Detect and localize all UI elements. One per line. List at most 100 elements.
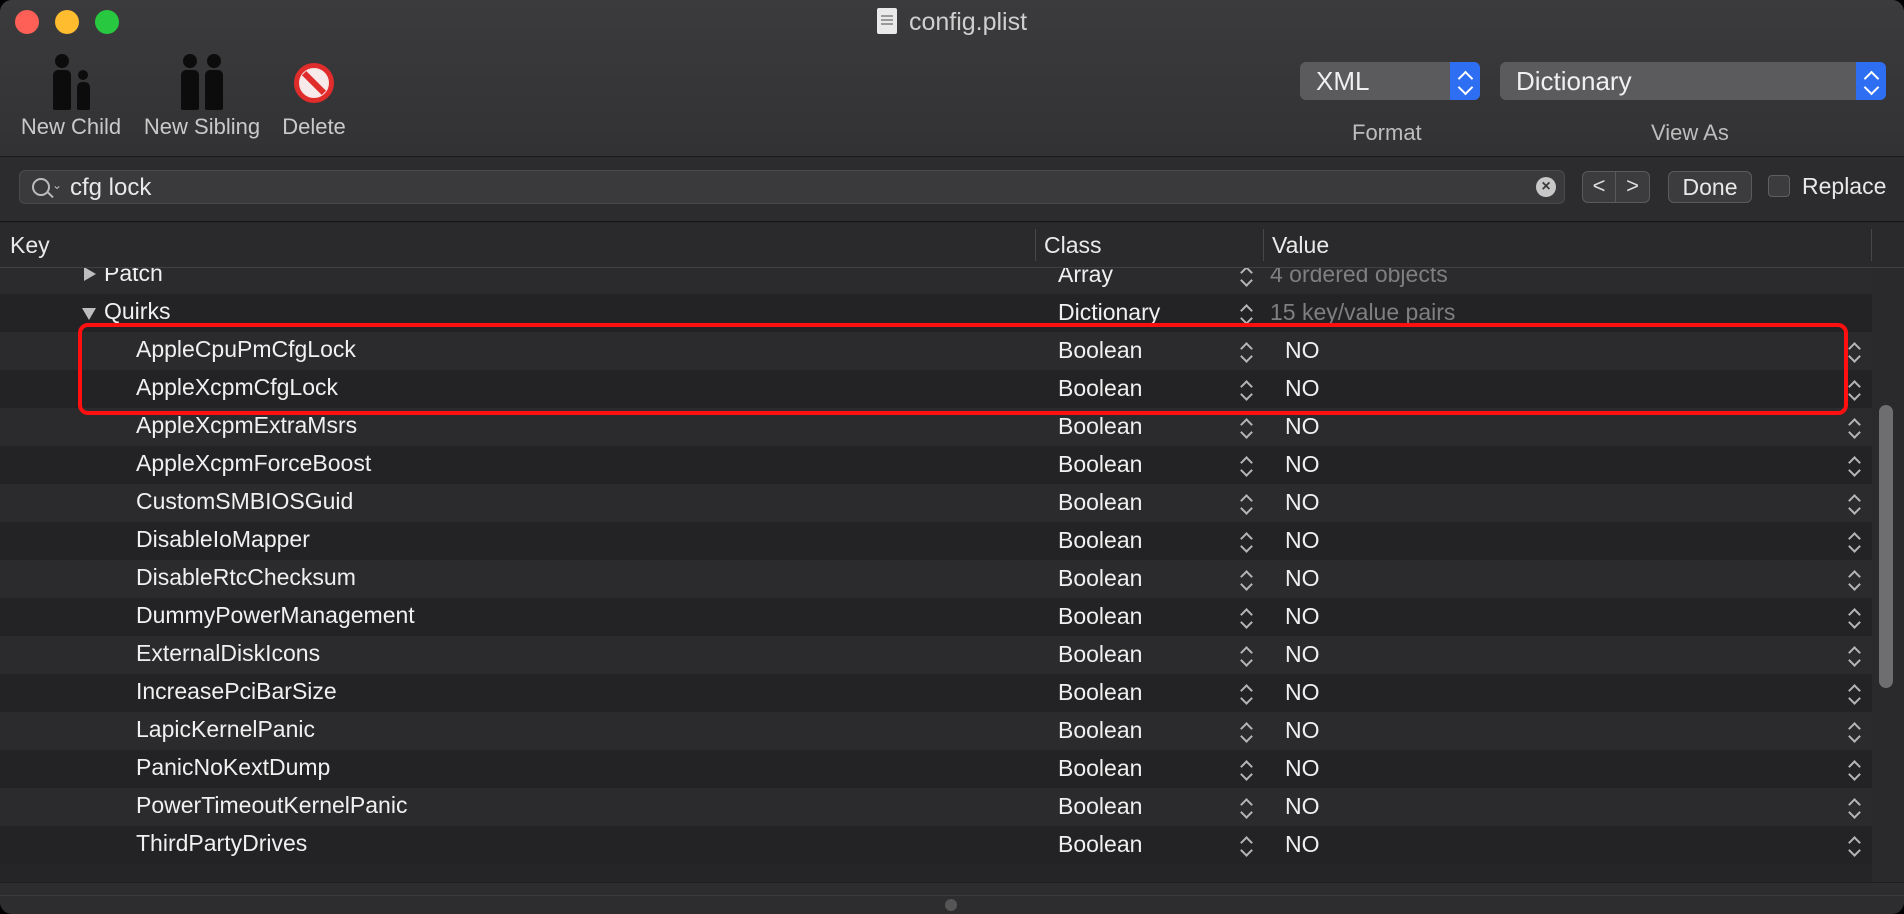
row-key[interactable]: AppleXcpmExtraMsrs [136,412,357,439]
clear-search-icon[interactable]: × [1536,177,1556,197]
table-row[interactable]: AppleCpuPmCfgLock Boolean NO [0,332,1872,370]
row-key[interactable]: DummyPowerManagement [136,602,415,629]
table-row[interactable]: ThirdPartyDrives Boolean NO [0,826,1872,864]
delete-button[interactable]: Delete [276,52,352,140]
table-row[interactable]: ExternalDiskIcons Boolean NO [0,636,1872,674]
row-key[interactable]: ThirdPartyDrives [136,830,307,857]
table-row[interactable]: Patch Array 4 ordered objects [0,268,1872,294]
table-row[interactable]: DisableRtcChecksum Boolean NO [0,560,1872,598]
row-class[interactable]: Boolean [1058,489,1142,516]
row-class[interactable]: Dictionary [1058,299,1160,326]
row-value[interactable]: NO [1285,527,1320,554]
row-key[interactable]: AppleXcpmForceBoost [136,450,371,477]
table-row[interactable]: AppleXcpmForceBoost Boolean NO [0,446,1872,484]
search-input[interactable]: cfg lock [70,174,151,202]
row-class[interactable]: Boolean [1058,375,1142,402]
row-class[interactable]: Boolean [1058,603,1142,630]
split-resize-handle[interactable] [945,899,957,911]
row-value[interactable]: NO [1285,489,1320,516]
row-value[interactable]: NO [1285,831,1320,858]
row-key[interactable]: PanicNoKextDump [136,754,330,781]
search-options-caret-icon[interactable]: ⌄ [52,178,62,192]
disclosure-triangle-collapsed-icon[interactable] [84,268,96,281]
class-stepper-icon[interactable] [1239,417,1253,439]
replace-label[interactable]: Replace [1802,173,1886,200]
row-class[interactable]: Boolean [1058,793,1142,820]
table-row[interactable]: DummyPowerManagement Boolean NO [0,598,1872,636]
row-value[interactable]: NO [1285,793,1320,820]
row-value[interactable]: NO [1285,603,1320,630]
row-value[interactable]: NO [1285,679,1320,706]
value-stepper-icon[interactable] [1847,759,1861,781]
find-previous-button[interactable]: < [1582,171,1616,203]
row-value[interactable]: NO [1285,755,1320,782]
replace-checkbox[interactable] [1768,175,1790,197]
class-stepper-icon[interactable] [1239,531,1253,553]
class-stepper-icon[interactable] [1239,683,1253,705]
value-stepper-icon[interactable] [1847,341,1861,363]
value-stepper-icon[interactable] [1847,721,1861,743]
class-stepper-icon[interactable] [1239,379,1253,401]
row-value[interactable]: NO [1285,413,1320,440]
class-stepper-icon[interactable] [1239,797,1253,819]
class-stepper-icon[interactable] [1239,721,1253,743]
value-stepper-icon[interactable] [1847,797,1861,819]
class-stepper-icon[interactable] [1239,493,1253,515]
row-key[interactable]: CustomSMBIOSGuid [136,488,353,515]
find-next-button[interactable]: > [1616,171,1650,203]
class-stepper-icon[interactable] [1239,835,1253,857]
search-field[interactable]: ⌄ cfg lock × [19,170,1565,204]
row-class[interactable]: Boolean [1058,413,1142,440]
value-stepper-icon[interactable] [1847,607,1861,629]
row-class[interactable]: Array [1058,268,1113,288]
search-icon[interactable] [32,178,50,196]
table-row[interactable]: PanicNoKextDump Boolean NO [0,750,1872,788]
row-class[interactable]: Boolean [1058,717,1142,744]
table-row[interactable]: IncreasePciBarSize Boolean NO [0,674,1872,712]
row-value[interactable]: NO [1285,717,1320,744]
row-key[interactable]: Quirks [104,298,170,325]
value-stepper-icon[interactable] [1847,379,1861,401]
row-key[interactable]: LapicKernelPanic [136,716,315,743]
row-class[interactable]: Boolean [1058,679,1142,706]
class-stepper-icon[interactable] [1239,759,1253,781]
class-stepper-icon[interactable] [1239,268,1253,287]
table-row[interactable]: DisableIoMapper Boolean NO [0,522,1872,560]
row-class[interactable]: Boolean [1058,451,1142,478]
value-stepper-icon[interactable] [1847,417,1861,439]
row-value[interactable]: NO [1285,451,1320,478]
row-key[interactable]: ExternalDiskIcons [136,640,320,667]
column-header-key[interactable]: Key [10,232,50,259]
row-key[interactable]: AppleCpuPmCfgLock [136,336,356,363]
column-divider[interactable] [1263,229,1264,261]
table-row[interactable]: Quirks Dictionary 15 key/value pairs [0,294,1872,332]
class-stepper-icon[interactable] [1239,341,1253,363]
value-stepper-icon[interactable] [1847,531,1861,553]
row-value[interactable]: 15 key/value pairs [1270,299,1455,326]
row-value[interactable]: NO [1285,641,1320,668]
row-key[interactable]: DisableRtcChecksum [136,564,356,591]
table-row[interactable]: CustomSMBIOSGuid Boolean NO [0,484,1872,522]
value-stepper-icon[interactable] [1847,683,1861,705]
new-sibling-button[interactable]: New Sibling [138,52,266,140]
new-child-button[interactable]: New Child [16,52,126,140]
row-class[interactable]: Boolean [1058,755,1142,782]
class-stepper-icon[interactable] [1239,645,1253,667]
row-class[interactable]: Boolean [1058,565,1142,592]
row-value[interactable]: 4 ordered objects [1270,268,1448,288]
row-key[interactable]: AppleXcpmCfgLock [136,374,338,401]
row-value[interactable]: NO [1285,337,1320,364]
row-class[interactable]: Boolean [1058,527,1142,554]
class-stepper-icon[interactable] [1239,607,1253,629]
scrollbar-thumb[interactable] [1879,405,1893,688]
class-stepper-icon[interactable] [1239,455,1253,477]
row-value[interactable]: NO [1285,375,1320,402]
value-stepper-icon[interactable] [1847,835,1861,857]
value-stepper-icon[interactable] [1847,455,1861,477]
value-stepper-icon[interactable] [1847,569,1861,591]
value-stepper-icon[interactable] [1847,493,1861,515]
table-row[interactable]: LapicKernelPanic Boolean NO [0,712,1872,750]
row-key[interactable]: PowerTimeoutKernelPanic [136,792,407,819]
done-button[interactable]: Done [1668,171,1752,203]
table-row[interactable]: AppleXcpmCfgLock Boolean NO [0,370,1872,408]
